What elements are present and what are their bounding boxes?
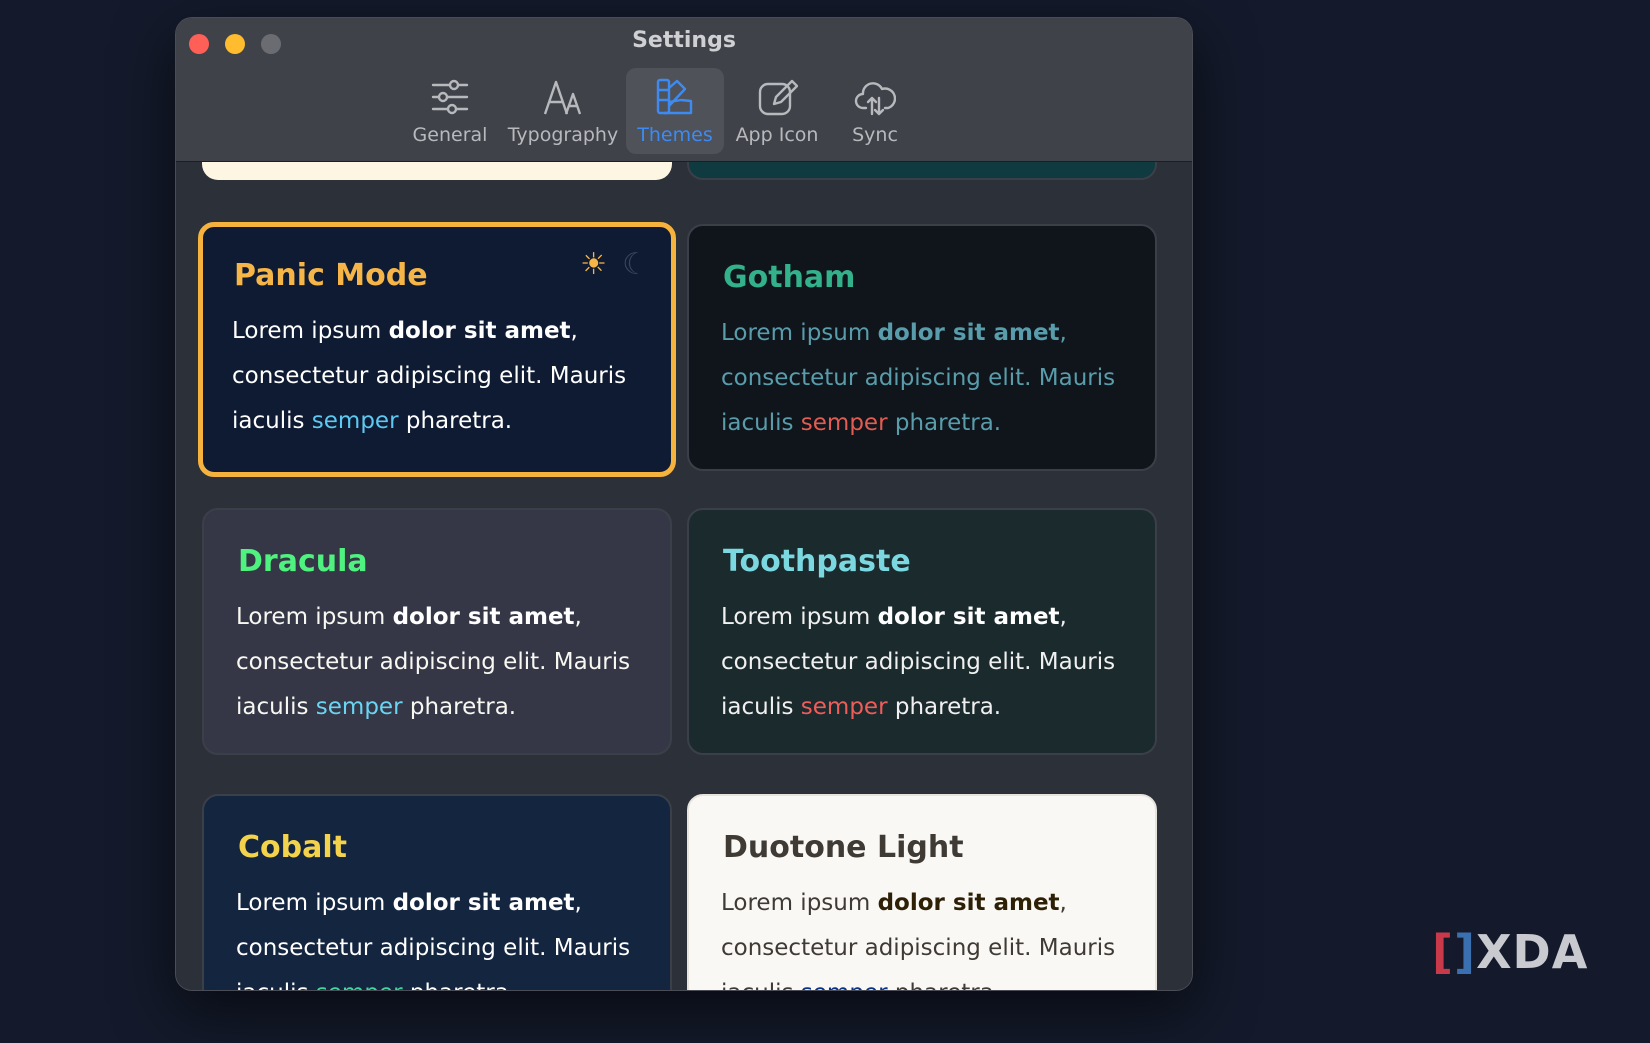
tab-general[interactable]: General [401, 68, 499, 154]
theme-sample-text: Lorem ipsum dolor sit amet, consectetur … [232, 318, 627, 434]
theme-sample-text: Lorem ipsum dolor sit amet, consectetur … [721, 604, 1116, 720]
theme-name: Cobalt [238, 830, 347, 865]
tab-label: Typography [507, 124, 619, 146]
themes-grid: ☀ ☾ Panic Mode Lorem ipsum dolor sit ame… [176, 162, 1192, 990]
theme-name: Toothpaste [723, 544, 911, 579]
theme-name: Gotham [723, 260, 856, 295]
theme-name: Duotone Light [723, 830, 964, 865]
theme-card-panic-mode[interactable]: ☀ ☾ Panic Mode Lorem ipsum dolor sit ame… [198, 222, 676, 477]
typography-icon [543, 80, 582, 115]
theme-card-dracula[interactable]: Dracula Lorem ipsum dolor sit amet, cons… [202, 508, 672, 755]
theme-sample-text: Lorem ipsum dolor sit amet, consectetur … [721, 890, 1116, 990]
theme-sample-text: Lorem ipsum dolor sit amet, consectetur … [236, 604, 631, 720]
app-icon-edit-icon [758, 79, 798, 116]
theme-card-partial-light[interactable] [202, 162, 672, 180]
tab-typography[interactable]: Typography [504, 68, 622, 154]
theme-card-cobalt[interactable]: Cobalt Lorem ipsum dolor sit amet, conse… [202, 794, 672, 990]
swatches-icon [656, 78, 693, 115]
mode-toggle: ☀ ☾ [570, 247, 649, 282]
theme-card-gotham[interactable]: Gotham Lorem ipsum dolor sit amet, conse… [687, 224, 1157, 471]
cloud-sync-icon [854, 82, 896, 116]
tab-label: Sync [852, 124, 898, 146]
theme-card-toothpaste[interactable]: Toothpaste Lorem ipsum dolor sit amet, c… [687, 508, 1157, 755]
sliders-icon [431, 79, 469, 115]
tab-app-icon[interactable]: App Icon [728, 68, 826, 154]
theme-card-duotone-light[interactable]: Duotone Light Lorem ipsum dolor sit amet… [687, 794, 1157, 990]
tab-label: App Icon [735, 124, 819, 146]
theme-card-partial-teal[interactable] [687, 162, 1157, 180]
tab-label: Themes [637, 124, 713, 146]
tab-sync[interactable]: Sync [830, 68, 920, 154]
theme-sample-text: Lorem ipsum dolor sit amet, consectetur … [721, 320, 1116, 436]
theme-name: Dracula [238, 544, 368, 579]
title-bar: Settings General Typography Themes App I… [176, 18, 1192, 162]
tab-themes[interactable]: Themes [626, 68, 724, 154]
sun-icon[interactable]: ☀ [580, 247, 607, 282]
xda-watermark-logo: []XDA [1432, 925, 1589, 979]
window-title: Settings [632, 28, 736, 53]
settings-window: Settings General Typography Themes App I… [176, 18, 1192, 990]
tab-label: General [412, 124, 488, 146]
moon-icon[interactable]: ☾ [622, 247, 649, 282]
theme-sample-text: Lorem ipsum dolor sit amet, consectetur … [236, 890, 631, 990]
